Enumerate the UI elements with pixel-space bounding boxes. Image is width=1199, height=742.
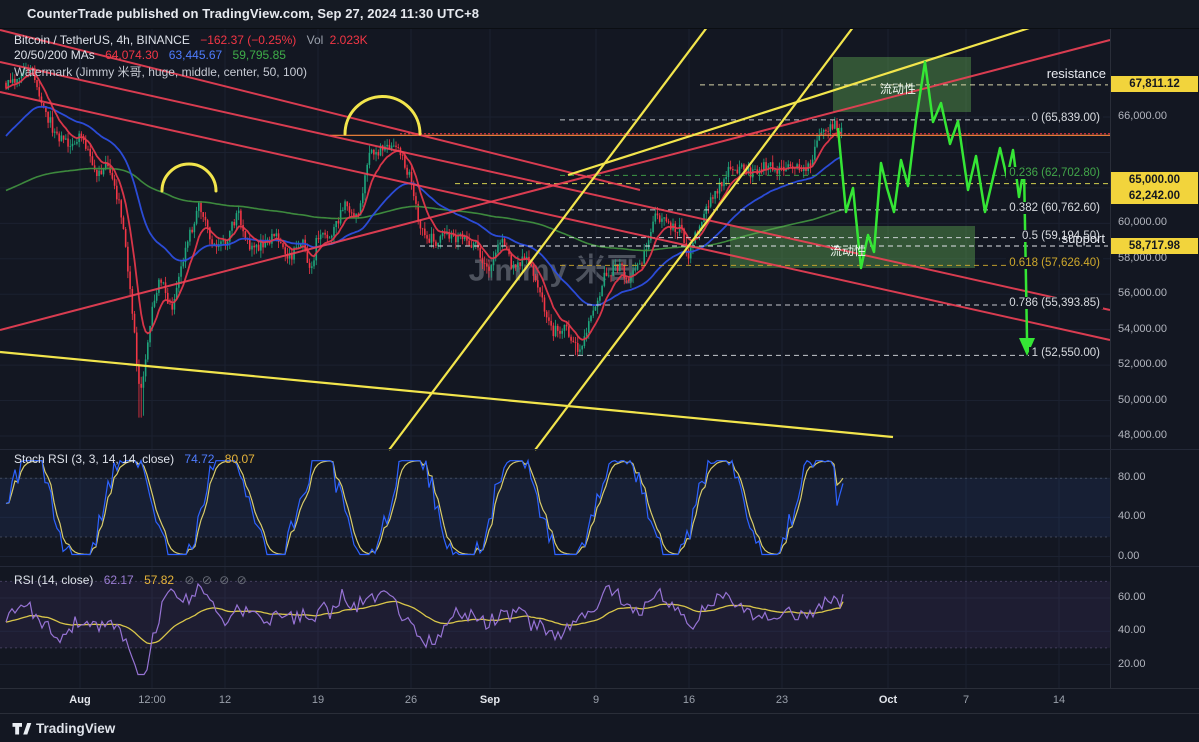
time-tick-label: 14 bbox=[1037, 694, 1081, 706]
stoch-rsi-title[interactable]: Stoch RSI (3, 3, 14, 14, close) bbox=[14, 452, 174, 466]
chart-canvas[interactable] bbox=[0, 28, 1199, 713]
price-tick-label: 56,000.00 bbox=[1118, 287, 1167, 299]
volume-label: Vol bbox=[307, 33, 324, 47]
time-tick-label: Sep bbox=[468, 694, 512, 706]
rsi-tick-label: 40.00 bbox=[1118, 624, 1146, 636]
volume-value: 2.023K bbox=[330, 33, 368, 47]
rsi-title[interactable]: RSI (14, close) bbox=[14, 573, 93, 587]
footer-bar: TradingView bbox=[0, 713, 1199, 742]
price-level-label: 67,811.12 bbox=[1111, 76, 1198, 92]
time-tick-label: 12:00 bbox=[130, 694, 174, 706]
price-tick-label: 58,000.00 bbox=[1118, 252, 1167, 264]
ma-legend: 20/50/200 MAs 64,074.30 63,445.67 59,795… bbox=[14, 48, 293, 62]
liquidity-zone-label-top: 流动性 bbox=[880, 80, 916, 97]
stoch-k-value: 74.72 bbox=[184, 452, 214, 466]
time-tick-label: Oct bbox=[866, 694, 910, 706]
time-tick-label: 26 bbox=[389, 694, 433, 706]
fib-level-label: 0.236 (62,702.80) bbox=[1006, 167, 1103, 179]
stoch-d-value: 80.07 bbox=[225, 452, 255, 466]
tradingview-brand[interactable]: TradingView bbox=[36, 721, 115, 736]
symbol-title[interactable]: Bitcoin / TetherUS, 4h, BINANCE bbox=[14, 33, 190, 47]
rsi-value: 62.17 bbox=[104, 573, 134, 587]
stoch-tick-label: 40.00 bbox=[1118, 510, 1146, 522]
price-tick-label: 54,000.00 bbox=[1118, 323, 1167, 335]
tradingview-snapshot: CounterTrade published on TradingView.co… bbox=[0, 0, 1199, 742]
fib-level-label: 0.618 (57,626.40) bbox=[1006, 257, 1103, 269]
tradingview-logo-icon[interactable] bbox=[12, 721, 32, 737]
ma20-value: 64,074.30 bbox=[105, 48, 158, 62]
fib-level-label: 1 (52,550.00) bbox=[1029, 347, 1103, 359]
publish-bar: CounterTrade published on TradingView.co… bbox=[0, 0, 1199, 29]
price-change: −162.37 (−0.25%) bbox=[200, 33, 296, 47]
stoch-rsi-legend: Stoch RSI (3, 3, 14, 14, close) 74.72 80… bbox=[14, 452, 262, 466]
time-tick-label: 19 bbox=[296, 694, 340, 706]
watermark-legend-text: Watermark (Jimmy 米哥, huge, middle, cente… bbox=[14, 65, 307, 79]
pane-separator[interactable] bbox=[0, 449, 1199, 450]
time-tick-label: Aug bbox=[58, 694, 102, 706]
ma200-value: 59,795.85 bbox=[233, 48, 286, 62]
resistance-label: resistance bbox=[1047, 66, 1106, 81]
rsi-ma-value: 57.82 bbox=[144, 573, 174, 587]
liquidity-zone-label-mid: 流动性 bbox=[830, 242, 866, 259]
chart-area[interactable]: Jimmy 米哥 Bitcoin / TetherUS, 4h, BINANCE… bbox=[0, 28, 1199, 713]
rsi-tick-label: 20.00 bbox=[1118, 658, 1146, 670]
publish-text: CounterTrade published on TradingView.co… bbox=[27, 6, 479, 21]
ma50-value: 63,445.67 bbox=[169, 48, 222, 62]
ma-legend-title[interactable]: 20/50/200 MAs bbox=[14, 48, 95, 62]
price-level-label: 65,000.00 bbox=[1111, 172, 1198, 188]
time-axis[interactable]: Aug 12:00 12 19 26 Sep 9 16 23 Oct 7 14 bbox=[0, 688, 1199, 714]
support-label: support bbox=[1062, 231, 1105, 246]
time-tick-label: 12 bbox=[203, 694, 247, 706]
time-tick-label: 7 bbox=[944, 694, 988, 706]
price-tick-label: 52,000.00 bbox=[1118, 358, 1167, 370]
stoch-tick-label: 0.00 bbox=[1118, 550, 1139, 562]
rsi-legend: RSI (14, close) 62.17 57.82 ⊘ ⊘ ⊘ ⊘ bbox=[14, 573, 256, 587]
stoch-tick-label: 80.00 bbox=[1118, 471, 1146, 483]
rsi-tick-label: 60.00 bbox=[1118, 591, 1146, 603]
fib-level-label: 0.382 (60,762.60) bbox=[1006, 202, 1103, 214]
price-tick-label: 50,000.00 bbox=[1118, 394, 1167, 406]
time-tick-label: 9 bbox=[574, 694, 618, 706]
pane-separator[interactable] bbox=[0, 566, 1199, 567]
price-tick-label: 66,000.00 bbox=[1118, 110, 1167, 122]
fib-level-label: 0 (65,839.00) bbox=[1029, 112, 1103, 124]
price-tick-label: 48,000.00 bbox=[1118, 429, 1167, 441]
price-level-label: 58,717.98 bbox=[1111, 238, 1198, 254]
time-tick-label: 16 bbox=[667, 694, 711, 706]
symbol-legend: Bitcoin / TetherUS, 4h, BINANCE −162.37 … bbox=[14, 33, 375, 47]
fib-level-label: 0.786 (55,393.85) bbox=[1006, 297, 1103, 309]
price-tick-label: 60,000.00 bbox=[1118, 216, 1167, 228]
rsi-disabled-markers-icon[interactable]: ⊘ ⊘ ⊘ ⊘ bbox=[184, 573, 248, 587]
price-level-label: 62,242.00 bbox=[1111, 188, 1198, 204]
watermark-legend[interactable]: Watermark (Jimmy 米哥, huge, middle, cente… bbox=[14, 63, 314, 80]
time-tick-label: 23 bbox=[760, 694, 804, 706]
